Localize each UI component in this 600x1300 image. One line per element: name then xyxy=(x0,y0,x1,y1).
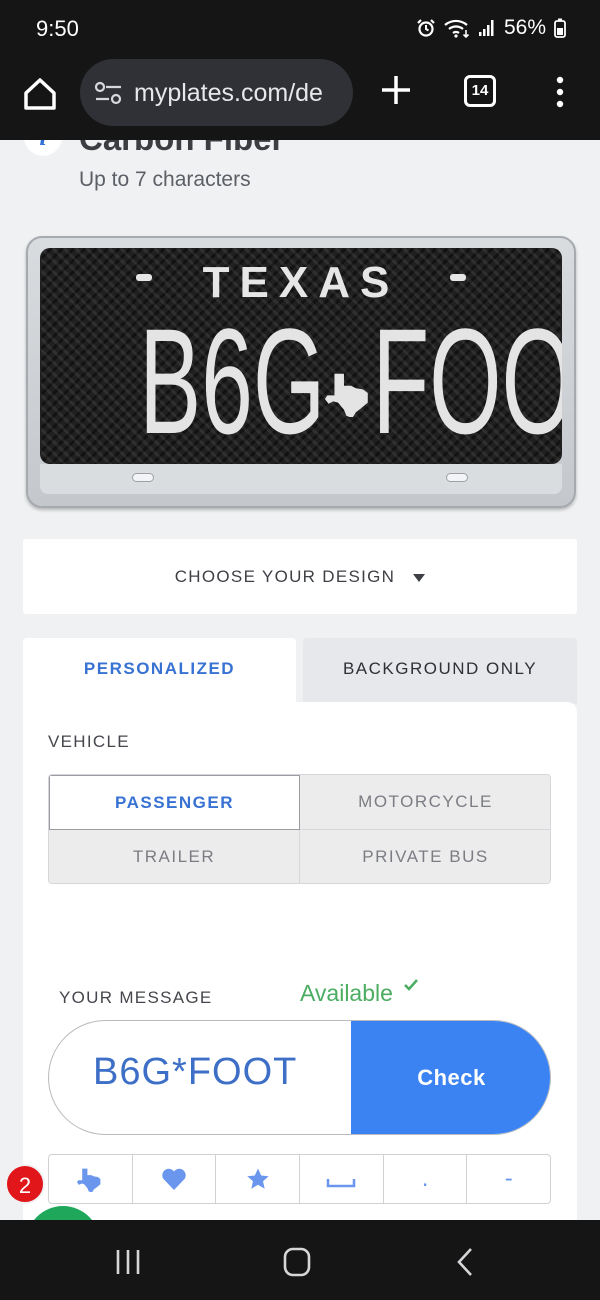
insert-heart-button[interactable] xyxy=(133,1155,217,1203)
tab-switcher-button[interactable]: 14 xyxy=(464,75,496,107)
choose-design-label: CHOOSE YOUR DESIGN xyxy=(174,567,396,586)
system-nav-bar xyxy=(0,1220,600,1300)
wifi-icon xyxy=(444,19,470,38)
star-icon xyxy=(246,1168,269,1189)
choose-design-dropdown[interactable]: CHOOSE YOUR DESIGN xyxy=(23,539,577,614)
mount-slot xyxy=(132,473,154,482)
home-nav-icon[interactable] xyxy=(283,1247,311,1277)
texas-shape-icon xyxy=(325,374,368,419)
insert-space-button[interactable] xyxy=(300,1155,384,1203)
check-button[interactable]: Check xyxy=(351,1021,550,1134)
availability-status: Available xyxy=(300,980,393,1006)
insert-dot-button[interactable]: . xyxy=(384,1155,468,1203)
plate-dash-right xyxy=(450,274,466,281)
new-tab-icon[interactable] xyxy=(378,72,414,108)
address-bar[interactable]: myplates.com/de xyxy=(80,59,353,126)
alarm-icon xyxy=(417,19,435,37)
url-text[interactable]: myplates.com/de xyxy=(134,79,323,108)
message-input[interactable]: B6G*FOOT xyxy=(93,1051,297,1094)
signal-icon xyxy=(478,20,494,36)
status-time: 9:50 xyxy=(36,16,79,41)
plate-form: VEHICLE PASSENGER MOTORCYCLE TRAILER PRI… xyxy=(23,702,577,1220)
design-title: Carbon Fiber xyxy=(79,140,284,158)
browser-toolbar: myplates.com/de 14 xyxy=(0,56,600,140)
insert-dash-button[interactable]: - xyxy=(467,1155,550,1203)
insert-texas-button[interactable] xyxy=(49,1155,133,1203)
battery-icon xyxy=(554,18,566,38)
plate-text: B6GFOOT xyxy=(139,306,562,456)
more-menu-icon[interactable] xyxy=(553,76,567,108)
plate-preview: TEXAS B6GFOOT xyxy=(26,236,576,508)
symbol-buttons: . - xyxy=(48,1154,551,1204)
plate-text-left: B6G xyxy=(139,297,326,464)
status-icons: 56% xyxy=(416,16,566,40)
insert-star-button[interactable] xyxy=(216,1155,301,1203)
texas-icon xyxy=(77,1168,101,1192)
status-bar: 9:50 56% xyxy=(0,0,600,56)
plate-text-right: FOOT xyxy=(372,297,562,464)
checkmark-icon xyxy=(404,979,418,991)
vehicle-label: VEHICLE xyxy=(48,732,130,751)
plate-bottom-band xyxy=(40,464,562,494)
info-icon[interactable]: i xyxy=(24,140,62,156)
vehicle-passenger-button[interactable]: PASSENGER xyxy=(49,775,300,830)
message-input-group: B6G*FOOT Check xyxy=(48,1020,551,1135)
battery-percent: 56% xyxy=(503,16,546,39)
heart-icon xyxy=(162,1168,186,1190)
plate-background: TEXAS B6GFOOT xyxy=(40,248,562,464)
page-content: i Carbon Fiber Up to 7 characters TEXAS … xyxy=(0,140,600,1220)
back-icon[interactable] xyxy=(455,1247,475,1277)
notification-badge[interactable]: 2 xyxy=(5,1164,45,1204)
caret-down-icon xyxy=(413,573,426,582)
space-icon xyxy=(327,1179,356,1188)
tab-background-only[interactable]: BACKGROUND ONLY xyxy=(303,638,577,704)
vehicle-private-bus-button[interactable]: PRIVATE BUS xyxy=(300,830,550,883)
recent-apps-icon[interactable] xyxy=(113,1248,143,1276)
vehicle-trailer-button[interactable]: TRAILER xyxy=(49,830,300,883)
site-settings-icon[interactable] xyxy=(94,81,124,105)
vehicle-options: PASSENGER MOTORCYCLE TRAILER PRIVATE BUS xyxy=(48,774,551,884)
mount-slot xyxy=(446,473,468,482)
design-subtitle: Up to 7 characters xyxy=(79,168,251,191)
vehicle-motorcycle-button[interactable]: MOTORCYCLE xyxy=(300,775,550,830)
home-icon[interactable] xyxy=(20,74,60,114)
your-message-label: YOUR MESSAGE xyxy=(59,988,213,1007)
